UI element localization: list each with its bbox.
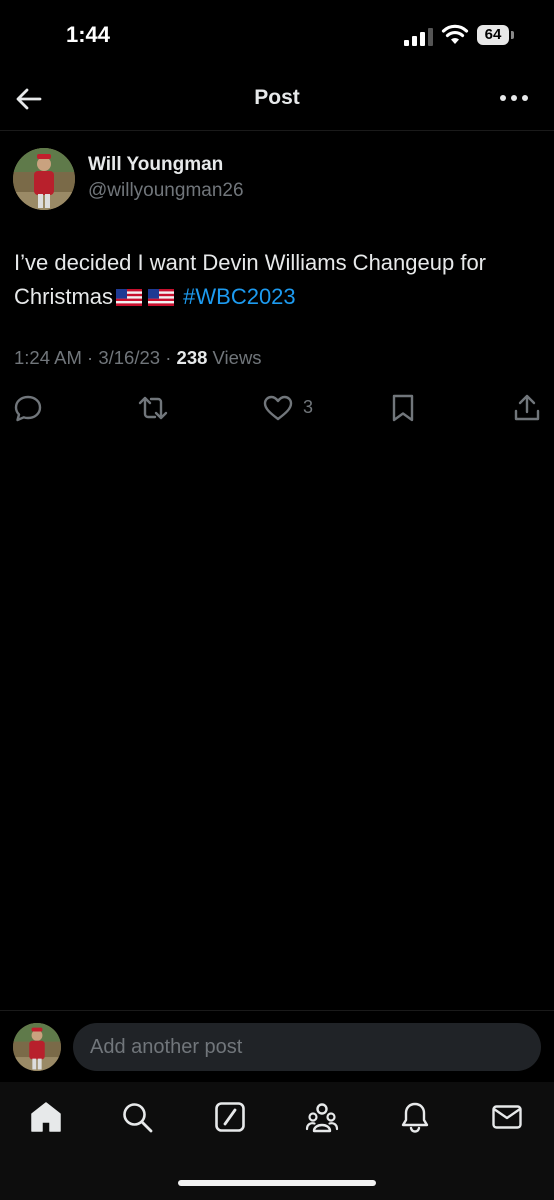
us-flag-icon <box>116 289 143 306</box>
views-count[interactable]: 238 <box>177 347 208 368</box>
post-date: 3/16/23 <box>98 347 161 368</box>
header-divider <box>0 130 554 131</box>
repost-icon[interactable] <box>137 392 169 424</box>
post-header: Post <box>0 70 554 130</box>
home-indicator[interactable] <box>178 1180 376 1186</box>
views-label: Views <box>212 347 262 368</box>
user-avatar <box>13 1023 61 1071</box>
like-count: 3 <box>303 397 314 417</box>
like-icon[interactable] <box>262 392 294 424</box>
search-icon[interactable] <box>120 1100 154 1134</box>
post-time: 1:24 AM <box>14 347 82 368</box>
status-bar: 1:44 64 <box>0 0 554 70</box>
grok-icon[interactable] <box>213 1100 247 1134</box>
battery-level: 64 <box>477 25 509 45</box>
reply-icon[interactable] <box>13 392 43 424</box>
author-avatar[interactable] <box>13 148 75 210</box>
notifications-icon[interactable] <box>398 1100 432 1134</box>
post-meta: 1:24 AM · 3/16/23 · 238 Views <box>14 347 262 368</box>
status-time: 1:44 <box>66 22 111 47</box>
author-handle[interactable]: @willyoungman26 <box>88 180 244 202</box>
author-name[interactable]: Will Youngman <box>88 154 223 176</box>
messages-icon[interactable] <box>490 1100 524 1134</box>
post-text: I’ve decided I want Devin Williams Chang… <box>14 246 544 314</box>
page-title: Post <box>254 86 300 109</box>
battery-icon: 64 <box>477 25 515 45</box>
home-icon[interactable] <box>29 1100 63 1134</box>
share-icon[interactable] <box>512 392 542 424</box>
more-options-icon[interactable] <box>497 86 531 110</box>
hashtag-link[interactable]: #WBC2023 <box>183 284 296 309</box>
us-flag-icon <box>148 289 175 306</box>
cellular-signal-icon <box>404 28 433 46</box>
communities-icon[interactable] <box>305 1100 339 1134</box>
reply-composer: Add another post <box>0 1010 554 1083</box>
reply-input[interactable]: Add another post <box>73 1023 541 1071</box>
bookmark-icon[interactable] <box>388 392 418 424</box>
wifi-icon <box>441 24 469 44</box>
